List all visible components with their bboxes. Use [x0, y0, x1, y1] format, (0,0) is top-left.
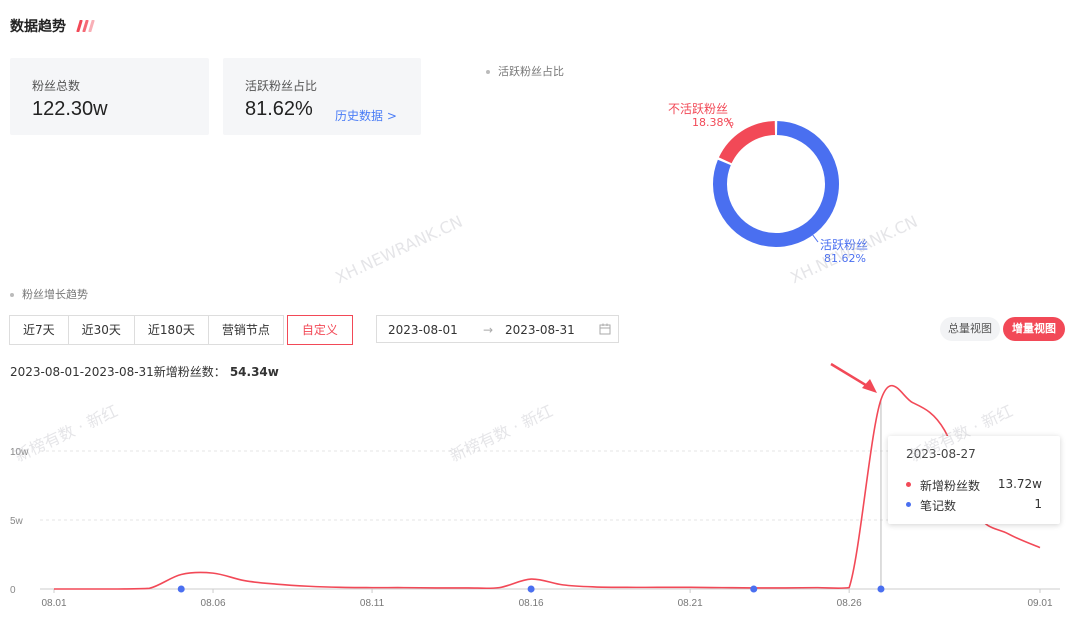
tooltip-dot-notes	[906, 502, 911, 507]
title-decoration-icon	[76, 20, 95, 32]
x-tick-label: 08.06	[201, 598, 226, 609]
fans-total-value: 122.30w	[32, 98, 108, 120]
tab-marketing-nodes[interactable]: 营销节点	[207, 315, 284, 345]
x-tick-label: 08.16	[519, 598, 544, 609]
watermark: XH.NEWRANK.CN	[332, 211, 466, 288]
tooltip-row-notes: 笔记数 1	[906, 497, 1042, 513]
date-arrow: →	[483, 323, 494, 337]
date-end[interactable]: 2023-08-31	[505, 323, 575, 337]
note-point	[527, 585, 535, 593]
tooltip-row-value: 1	[1034, 497, 1042, 511]
x-tick-label: 09.01	[1027, 598, 1052, 609]
calendar-icon[interactable]	[599, 323, 611, 335]
y-tick-label: 0	[10, 585, 16, 596]
y-tick-label: 5w	[10, 516, 24, 527]
y-tick-label: 10w	[10, 447, 29, 458]
tab-custom[interactable]: 自定义	[286, 315, 353, 345]
range-tabs: 近7天 近30天 近180天 营销节点 自定义	[9, 315, 353, 345]
tooltip-dot-new-fans	[906, 482, 911, 487]
summary-value: 54.34w	[229, 365, 279, 379]
tab-7-days[interactable]: 近7天	[9, 315, 69, 345]
tooltip-row-name: 笔记数	[920, 499, 957, 513]
date-start[interactable]: 2023-08-01	[388, 323, 458, 337]
fans-total-label: 粉丝总数	[32, 79, 81, 93]
growth-title: 粉丝增长趋势	[10, 286, 88, 302]
chart-tooltip: 2023-08-27 新增粉丝数 13.72w 笔记数 1	[888, 436, 1060, 524]
x-tick-label: 08.11	[360, 598, 385, 609]
increment-view-toggle[interactable]: 增量视图	[1003, 317, 1065, 341]
note-point	[177, 585, 185, 593]
active-fans-label: 活跃粉丝	[820, 238, 869, 252]
tooltip-row-name: 新增粉丝数	[920, 479, 981, 493]
growth-summary: 2023-08-01-2023-08-31新增粉丝数： 54.34w	[10, 363, 279, 380]
tooltip-row-value: 13.72w	[997, 477, 1042, 491]
x-tick-label: 08.26	[837, 598, 862, 609]
x-tick-label: 08.21	[678, 598, 703, 609]
section-title: 数据趋势	[10, 19, 66, 35]
active-ratio-label: 活跃粉丝占比	[245, 79, 318, 93]
fans-total-card: 粉丝总数 122.30w	[10, 58, 209, 135]
history-data-link[interactable]: 历史数据 >	[335, 107, 397, 124]
annotation-arrow-icon	[830, 362, 877, 393]
active-ratio-value: 81.62%	[245, 98, 313, 120]
summary-label: 2023-08-01-2023-08-31新增粉丝数：	[10, 365, 226, 379]
tab-180-days[interactable]: 近180天	[133, 315, 209, 345]
x-tick-label: 08.01	[41, 598, 66, 609]
donut-title: 活跃粉丝占比	[486, 63, 564, 79]
active-ratio-card: 活跃粉丝占比 81.62% 历史数据 >	[223, 58, 421, 135]
inactive-fans-label: 不活跃粉丝	[668, 102, 729, 116]
tooltip-row-new-fans: 新增粉丝数 13.72w	[906, 477, 1042, 493]
inactive-fans-value: 18.38%	[692, 116, 734, 129]
date-range-picker[interactable]: 2023-08-01 → 2023-08-31	[376, 315, 619, 343]
note-point	[750, 585, 758, 593]
total-view-toggle[interactable]: 总量视图	[940, 317, 1000, 341]
tooltip-date: 2023-08-27	[906, 447, 976, 461]
active-fans-value: 81.62%	[824, 252, 866, 265]
tab-30-days[interactable]: 近30天	[67, 315, 135, 345]
note-point	[877, 585, 885, 593]
donut-slice-inactive	[718, 121, 776, 164]
